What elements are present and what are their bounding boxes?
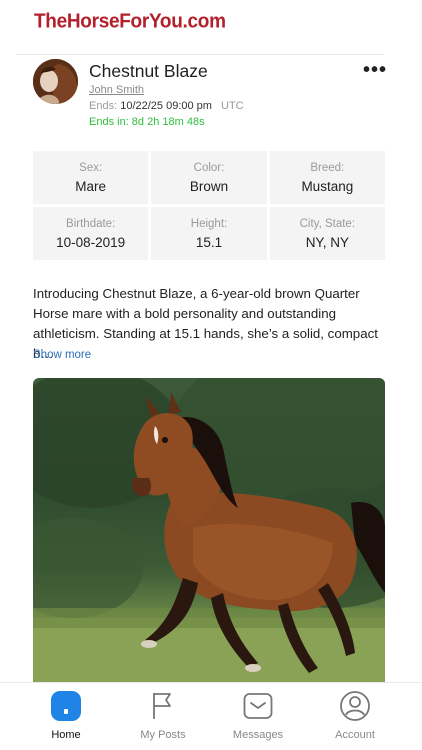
tab-my-posts[interactable]: My Posts xyxy=(123,689,203,741)
detail-color: Color: Brown xyxy=(151,151,267,204)
tab-label: My Posts xyxy=(140,729,186,741)
detail-label: City, State: xyxy=(299,218,356,230)
detail-value: Brown xyxy=(189,179,229,194)
timezone: UTC xyxy=(221,100,244,112)
detail-sex: Sex: Mare xyxy=(33,151,149,204)
seller-link[interactable]: John Smith xyxy=(89,84,144,96)
detail-value: Mare xyxy=(75,179,107,194)
detail-value: NY, NY xyxy=(305,235,349,250)
ends-label: Ends: xyxy=(89,100,118,112)
end-time: Ends: 10/22/25 09:00 pm UTC xyxy=(89,100,244,112)
show-more-link[interactable]: Show more xyxy=(33,349,91,361)
horse-photo[interactable] xyxy=(33,378,385,682)
detail-label: Sex: xyxy=(79,162,103,174)
ends-date: 10/22/25 09:00 pm xyxy=(120,100,212,112)
tab-home[interactable]: Home xyxy=(26,689,106,741)
details-grid: Sex: Mare Color: Brown Breed: Mustang Bi… xyxy=(33,151,385,260)
detail-value: Mustang xyxy=(301,179,354,194)
detail-breed: Breed: Mustang xyxy=(269,151,385,204)
bottom-tab-bar: Home My Posts Messages Account xyxy=(0,682,422,750)
tab-account[interactable]: Account xyxy=(315,689,395,741)
detail-label: Breed: xyxy=(310,162,345,174)
envelope-icon xyxy=(243,693,273,719)
more-options-icon[interactable]: ••• xyxy=(363,60,387,80)
detail-label: Color: xyxy=(193,162,225,174)
tab-messages[interactable]: Messages xyxy=(218,689,298,741)
flag-icon xyxy=(153,693,171,719)
detail-birthdate: Birthdate: 10-08-2019 xyxy=(33,207,149,260)
site-logo[interactable]: TheHorseForYou.com xyxy=(34,10,226,33)
user-circle-icon xyxy=(340,691,370,721)
countdown-timer: Ends in: 8d 2h 18m 48s xyxy=(89,116,205,128)
detail-label: Height: xyxy=(190,218,228,230)
listing-title: Chestnut Blaze xyxy=(89,61,208,81)
tab-label: Messages xyxy=(232,729,284,741)
home-icon xyxy=(51,691,81,721)
detail-city-state: City, State: NY, NY xyxy=(269,207,385,260)
detail-height: Height: 15.1 xyxy=(151,207,267,260)
detail-value: 15.1 xyxy=(195,235,223,250)
tab-label: Home xyxy=(51,729,81,741)
avatar[interactable] xyxy=(33,59,78,104)
detail-value: 10-08-2019 xyxy=(56,235,126,250)
detail-label: Birthdate: xyxy=(66,218,116,230)
header-divider xyxy=(16,54,384,55)
tab-label: Account xyxy=(335,729,375,741)
